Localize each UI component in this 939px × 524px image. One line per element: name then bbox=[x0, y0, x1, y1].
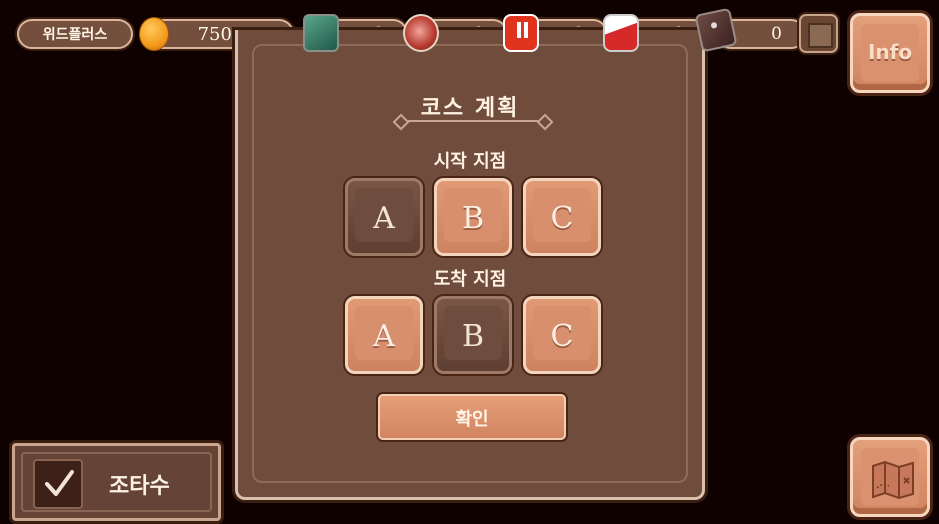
end-point-label: 도착 지점 bbox=[433, 269, 507, 290]
map-button[interactable] bbox=[850, 437, 930, 517]
autopilot-toggle[interactable]: 조타수 bbox=[12, 443, 221, 521]
box-value: 0 bbox=[771, 24, 782, 44]
crate-button[interactable] bbox=[799, 14, 838, 53]
panel-title: 코스 계획 bbox=[420, 96, 520, 121]
start-option-c[interactable]: C bbox=[523, 178, 601, 256]
end-option-c[interactable]: C bbox=[523, 296, 601, 374]
game-screen: 위드플러스 750,000 0 0 0 0 0 Info 코스 계획 시작 지점… bbox=[0, 0, 939, 524]
end-option-a-label: A bbox=[373, 319, 395, 354]
start-option-b[interactable]: B bbox=[434, 178, 512, 256]
start-option-b-label: B bbox=[461, 201, 485, 236]
box-icon bbox=[694, 7, 738, 53]
info-label: Info bbox=[867, 40, 913, 64]
brand-badge: 위드플러스 bbox=[17, 19, 133, 49]
start-option-c-label: C bbox=[550, 201, 574, 236]
info-button[interactable]: Info bbox=[850, 13, 930, 93]
ticket-icon bbox=[503, 14, 539, 52]
end-option-b-label: B bbox=[461, 319, 485, 354]
checkmark-icon bbox=[45, 470, 74, 496]
course-plan-panel: 코스 계획 시작 지점 A B C 도착 지점 A B C 확인 bbox=[235, 30, 705, 500]
meat-icon bbox=[403, 14, 439, 52]
title-divider bbox=[401, 120, 545, 122]
confirm-label: 확인 bbox=[455, 409, 489, 430]
checkbox[interactable] bbox=[33, 459, 83, 509]
end-option-b[interactable]: B bbox=[434, 296, 512, 374]
end-option-a[interactable]: A bbox=[345, 296, 423, 374]
brand-label: 위드플러스 bbox=[42, 27, 108, 43]
end-option-c-label: C bbox=[550, 319, 574, 354]
autopilot-label: 조타수 bbox=[109, 474, 170, 499]
herb-icon bbox=[303, 14, 339, 52]
start-point-label: 시작 지점 bbox=[433, 151, 507, 172]
start-option-a[interactable]: A bbox=[345, 178, 423, 256]
map-icon bbox=[872, 460, 914, 500]
start-option-a-label: A bbox=[373, 201, 395, 236]
fish-icon bbox=[603, 14, 639, 52]
confirm-button[interactable]: 확인 bbox=[378, 394, 566, 440]
coin-icon bbox=[139, 17, 169, 51]
